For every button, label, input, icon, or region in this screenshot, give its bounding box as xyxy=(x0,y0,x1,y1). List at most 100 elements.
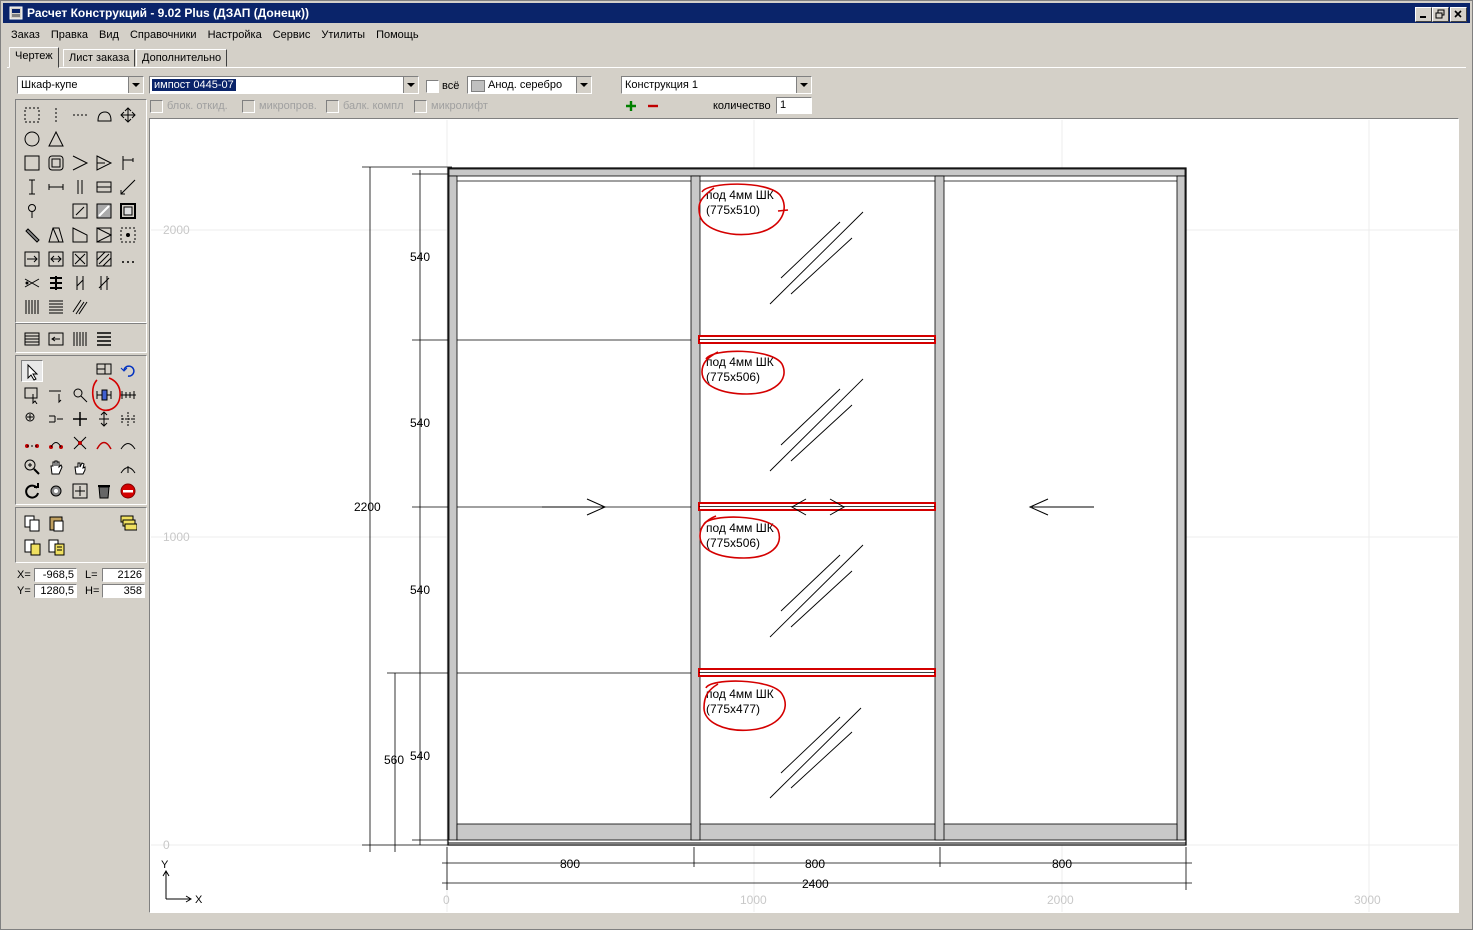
fill-rows-icon[interactable] xyxy=(93,328,115,350)
menu-view[interactable]: Вид xyxy=(93,27,124,43)
fill-vertical-icon[interactable] xyxy=(69,328,91,350)
xy-origin-icon[interactable] xyxy=(21,408,43,430)
angle-icon[interactable] xyxy=(69,152,91,174)
stop-icon[interactable] xyxy=(117,480,139,502)
vertical-dash-icon[interactable] xyxy=(45,104,67,126)
zoom-icon[interactable] xyxy=(21,456,43,478)
profile-t-icon[interactable] xyxy=(117,152,139,174)
minimize-button[interactable] xyxy=(1415,7,1432,22)
copy-list-icon[interactable] xyxy=(21,536,43,558)
slanted-rect-icon[interactable] xyxy=(69,224,91,246)
cut-icon[interactable] xyxy=(21,272,43,294)
horizontal-line-icon[interactable] xyxy=(45,176,67,198)
trapezoid-icon[interactable] xyxy=(45,224,67,246)
height-field[interactable]: 358 xyxy=(102,584,145,598)
hatched-square-icon[interactable] xyxy=(93,200,115,222)
diagonal-stripes-icon[interactable] xyxy=(69,296,91,318)
paste-list-icon[interactable] xyxy=(45,536,67,558)
micro-lift-checkbox[interactable] xyxy=(414,100,427,113)
slanted-rect-right-icon[interactable] xyxy=(93,224,115,246)
chevron-down-icon[interactable] xyxy=(128,77,143,93)
arrow-right-box-icon[interactable] xyxy=(21,248,43,270)
connector-icon[interactable] xyxy=(45,408,67,430)
split-line-icon[interactable] xyxy=(69,272,91,294)
refresh-icon[interactable] xyxy=(21,480,43,502)
chevron-down-icon[interactable] xyxy=(576,77,591,93)
split-diagonal-icon[interactable] xyxy=(93,272,115,294)
grab-hand-icon[interactable] xyxy=(69,456,91,478)
double-vertical-icon[interactable] xyxy=(69,176,91,198)
horizontal-stripes-icon[interactable] xyxy=(45,296,67,318)
menu-settings[interactable]: Настройка xyxy=(202,27,267,43)
tab-additional[interactable]: Дополнительно xyxy=(136,49,228,67)
close-button[interactable] xyxy=(1450,7,1467,22)
settings-gear-icon[interactable] xyxy=(45,480,67,502)
vertical-line-icon[interactable] xyxy=(21,176,43,198)
menu-help[interactable]: Помощь xyxy=(370,27,424,43)
arc-points-icon[interactable] xyxy=(93,432,115,454)
micro-wire-checkbox[interactable] xyxy=(242,100,255,113)
fill-arrows-icon[interactable] xyxy=(45,328,67,350)
rounded-square-icon[interactable] xyxy=(45,152,67,174)
corner-square-icon[interactable] xyxy=(69,200,91,222)
profile-select[interactable]: импост 0445-07 xyxy=(149,76,419,94)
key-hole-icon[interactable] xyxy=(21,200,43,222)
square-icon[interactable] xyxy=(21,152,43,174)
paste-icon[interactable] xyxy=(45,512,67,534)
tab-drawing[interactable]: Чертеж xyxy=(9,47,59,68)
x-coordinate-field[interactable]: -968,5 xyxy=(34,568,77,582)
bold-hatch-icon[interactable] xyxy=(45,272,67,294)
color-select[interactable]: Анод. серебро xyxy=(467,76,592,94)
remove-icon[interactable] xyxy=(646,99,660,113)
chevron-down-icon[interactable] xyxy=(796,77,811,93)
arc-radius-icon[interactable] xyxy=(93,104,115,126)
arc-height-icon[interactable] xyxy=(117,456,139,478)
drawing-canvas[interactable]: 0 1000 2000 3000 2000 1000 0 Y X 2200 54… xyxy=(149,118,1459,913)
vertical-stripes-icon[interactable] xyxy=(21,296,43,318)
menu-service[interactable]: Сервис xyxy=(267,27,316,43)
cross-box-icon[interactable] xyxy=(69,248,91,270)
double-horizontal-icon[interactable] xyxy=(93,176,115,198)
select-rect-icon[interactable] xyxy=(21,104,43,126)
frame-square-icon[interactable] xyxy=(117,200,139,222)
diagonal-line-icon[interactable] xyxy=(117,176,139,198)
y-coordinate-field[interactable]: 1280,5 xyxy=(34,584,77,598)
select-line-icon[interactable] xyxy=(45,384,67,406)
pan-hand-icon[interactable] xyxy=(45,456,67,478)
move-arrows-icon[interactable] xyxy=(117,104,139,126)
maximize-button[interactable] xyxy=(1432,7,1449,22)
chevron-down-icon[interactable] xyxy=(403,77,418,93)
quantity-input[interactable]: 1 xyxy=(776,97,812,114)
tab-order-sheet[interactable]: Лист заказа xyxy=(63,49,136,67)
menu-reference[interactable]: Справочники xyxy=(124,27,202,43)
construction-select[interactable]: Конструкция 1 xyxy=(621,76,812,94)
dotted-square-icon[interactable] xyxy=(117,224,139,246)
copy-icon[interactable] xyxy=(21,512,43,534)
balk-kit-checkbox[interactable] xyxy=(326,100,339,113)
menu-order[interactable]: Заказ xyxy=(5,27,45,43)
pointer-icon[interactable] xyxy=(21,360,43,382)
arrow-both-box-icon[interactable] xyxy=(45,248,67,270)
add-icon[interactable] xyxy=(624,99,638,113)
triangle-right-icon[interactable] xyxy=(93,152,115,174)
horizontal-dash-icon[interactable] xyxy=(69,104,91,126)
triangle-icon[interactable] xyxy=(45,128,67,150)
fill-horizontal-icon[interactable] xyxy=(21,328,43,350)
circle-icon[interactable] xyxy=(21,128,43,150)
arc-radius-r-icon[interactable] xyxy=(117,432,139,454)
points-icon[interactable] xyxy=(21,432,43,454)
menu-edit[interactable]: Правка xyxy=(45,27,93,43)
points-radius-icon[interactable] xyxy=(45,432,67,454)
trash-icon[interactable] xyxy=(93,480,115,502)
select-box-icon[interactable] xyxy=(21,384,43,406)
block-fold-checkbox[interactable] xyxy=(150,100,163,113)
ellipsis-icon[interactable] xyxy=(117,248,139,270)
layers-icon[interactable] xyxy=(117,512,139,534)
product-type-select[interactable]: Шкаф-купе xyxy=(17,76,144,94)
menu-utilities[interactable]: Утилиты xyxy=(315,27,370,43)
wrench-icon[interactable] xyxy=(21,224,43,246)
hatched-box-icon[interactable] xyxy=(93,248,115,270)
length-field[interactable]: 2126 xyxy=(102,568,145,582)
fit-view-icon[interactable] xyxy=(69,480,91,502)
cross-points-icon[interactable] xyxy=(69,432,91,454)
